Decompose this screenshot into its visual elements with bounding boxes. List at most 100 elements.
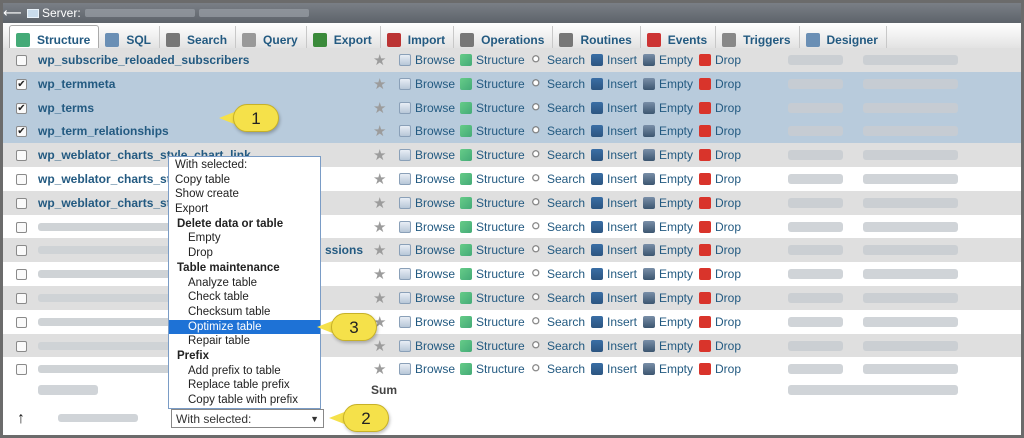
structure-action[interactable]: Structure — [460, 172, 525, 186]
empty-action[interactable]: Empty — [643, 196, 693, 210]
search-action[interactable]: Search — [531, 243, 585, 257]
empty-action[interactable]: Empty — [643, 172, 693, 186]
with-selected-dropdown[interactable]: With selected: Copy table Show create Expor… — [168, 156, 321, 409]
search-action[interactable]: Search — [531, 53, 585, 67]
empty-action[interactable]: Empty — [643, 267, 693, 281]
insert-action[interactable]: Insert — [591, 291, 637, 305]
browse-action[interactable]: Browse — [399, 267, 455, 281]
dropdown-option[interactable]: Checksum table — [169, 305, 320, 320]
structure-action[interactable]: Structure — [460, 291, 525, 305]
browse-action[interactable]: Browse — [399, 101, 455, 115]
structure-action[interactable]: Structure — [460, 220, 525, 234]
search-action[interactable]: Search — [531, 196, 585, 210]
search-action[interactable]: Search — [531, 339, 585, 353]
drop-action[interactable]: Drop — [699, 101, 741, 115]
table-name-link[interactable]: wp_subscribe_reloaded_subscribers — [38, 53, 249, 67]
table-row[interactable]: ★ Browse Structure Search Insert Empty Drop — [3, 286, 1021, 310]
row-checkbox[interactable] — [16, 221, 27, 233]
table-row[interactable]: ✔ wp_termmeta ★ Browse Structure Search Insert… — [3, 72, 1021, 96]
insert-action[interactable]: Insert — [591, 243, 637, 257]
row-checkbox[interactable] — [16, 363, 27, 375]
drop-action[interactable]: Drop — [699, 220, 741, 234]
insert-action[interactable]: Insert — [591, 124, 637, 138]
browse-action[interactable]: Browse — [399, 220, 455, 234]
dropdown-option[interactable]: Repair table — [169, 334, 320, 349]
structure-action[interactable]: Structure — [460, 196, 525, 210]
browse-action[interactable]: Browse — [399, 196, 455, 210]
dropdown-option[interactable]: Check table — [169, 290, 320, 305]
back-arrow-icon[interactable]: ⟵ — [3, 5, 22, 21]
structure-action[interactable]: Structure — [460, 101, 525, 115]
empty-action[interactable]: Empty — [643, 362, 693, 376]
drop-action[interactable]: Drop — [699, 124, 741, 138]
drop-action[interactable]: Drop — [699, 172, 741, 186]
table-name-link[interactable]: wp_terms — [38, 101, 94, 115]
check-all-redacted[interactable] — [58, 414, 138, 422]
row-checkbox[interactable]: ✔ — [16, 102, 27, 114]
insert-action[interactable]: Insert — [591, 53, 637, 67]
drop-action[interactable]: Drop — [699, 267, 741, 281]
browse-action[interactable]: Browse — [399, 315, 455, 329]
favorite-star-icon[interactable]: ★ — [373, 360, 386, 378]
insert-action[interactable]: Insert — [591, 339, 637, 353]
table-row[interactable]: wp_subscribe_reloaded_subscribers ★ Browse… — [3, 48, 1021, 72]
structure-action[interactable]: Structure — [460, 53, 525, 67]
drop-action[interactable]: Drop — [699, 243, 741, 257]
row-checkbox[interactable] — [16, 244, 27, 256]
drop-action[interactable]: Drop — [699, 77, 741, 91]
dropdown-option[interactable]: Replace table prefix — [169, 378, 320, 393]
favorite-star-icon[interactable]: ★ — [373, 289, 386, 307]
row-checkbox[interactable] — [16, 340, 27, 352]
table-row[interactable]: ★ Browse Structure Search Insert Empty Drop — [3, 215, 1021, 239]
structure-action[interactable]: Structure — [460, 267, 525, 281]
table-row[interactable]: ✔ wp_terms ★ Browse Structure Search Insert Emp… — [3, 96, 1021, 120]
insert-action[interactable]: Insert — [591, 101, 637, 115]
search-action[interactable]: Search — [531, 101, 585, 115]
table-row[interactable]: ★ Browse Structure Search Insert Empty Drop — [3, 357, 1021, 381]
row-checkbox[interactable]: ✔ — [16, 125, 27, 137]
table-row[interactable]: ssions ★ Browse Structure Search Insert Empty D… — [3, 238, 1021, 262]
insert-action[interactable]: Insert — [591, 196, 637, 210]
drop-action[interactable]: Drop — [699, 196, 741, 210]
table-row[interactable]: wp_weblator_charts_style_chart_link ★ Brow… — [3, 143, 1021, 167]
empty-action[interactable]: Empty — [643, 124, 693, 138]
search-action[interactable]: Search — [531, 267, 585, 281]
favorite-star-icon[interactable]: ★ — [373, 99, 386, 117]
search-action[interactable]: Search — [531, 77, 585, 91]
structure-action[interactable]: Structure — [460, 124, 525, 138]
insert-action[interactable]: Insert — [591, 220, 637, 234]
browse-action[interactable]: Browse — [399, 148, 455, 162]
favorite-star-icon[interactable]: ★ — [373, 122, 386, 140]
browse-action[interactable]: Browse — [399, 339, 455, 353]
insert-action[interactable]: Insert — [591, 267, 637, 281]
dropdown-option[interactable]: Copy table with prefix — [169, 393, 320, 408]
empty-action[interactable]: Empty — [643, 148, 693, 162]
dropdown-option[interactable]: With selected: — [169, 158, 320, 173]
search-action[interactable]: Search — [531, 148, 585, 162]
dropdown-option[interactable]: Optimize table — [169, 319, 320, 335]
table-name-link[interactable]: wp_term_relationships — [38, 124, 169, 138]
favorite-star-icon[interactable]: ★ — [373, 146, 386, 164]
empty-action[interactable]: Empty — [643, 291, 693, 305]
empty-action[interactable]: Empty — [643, 77, 693, 91]
structure-action[interactable]: Structure — [460, 362, 525, 376]
row-checkbox[interactable] — [16, 197, 27, 209]
dropdown-option[interactable]: Export — [169, 202, 320, 217]
table-row[interactable]: wp_weblator_charts_st ★ Browse Structure Sea… — [3, 191, 1021, 215]
insert-action[interactable]: Insert — [591, 172, 637, 186]
browse-action[interactable]: Browse — [399, 243, 455, 257]
server-label[interactable]: Server: — [42, 6, 81, 20]
row-checkbox[interactable]: ✔ — [16, 78, 27, 90]
table-name-link[interactable]: wp_weblator_charts_st — [38, 196, 171, 210]
insert-action[interactable]: Insert — [591, 148, 637, 162]
favorite-star-icon[interactable]: ★ — [373, 265, 386, 283]
browse-action[interactable]: Browse — [399, 172, 455, 186]
empty-action[interactable]: Empty — [643, 243, 693, 257]
favorite-star-icon[interactable]: ★ — [373, 218, 386, 236]
structure-action[interactable]: Structure — [460, 315, 525, 329]
drop-action[interactable]: Drop — [699, 148, 741, 162]
table-row[interactable]: ★ Browse Structure Search Insert Empty Drop — [3, 310, 1021, 334]
dropdown-option[interactable]: Drop — [169, 246, 320, 261]
table-row[interactable]: ★ Browse Structure Search Insert Empty Drop — [3, 262, 1021, 286]
search-action[interactable]: Search — [531, 124, 585, 138]
